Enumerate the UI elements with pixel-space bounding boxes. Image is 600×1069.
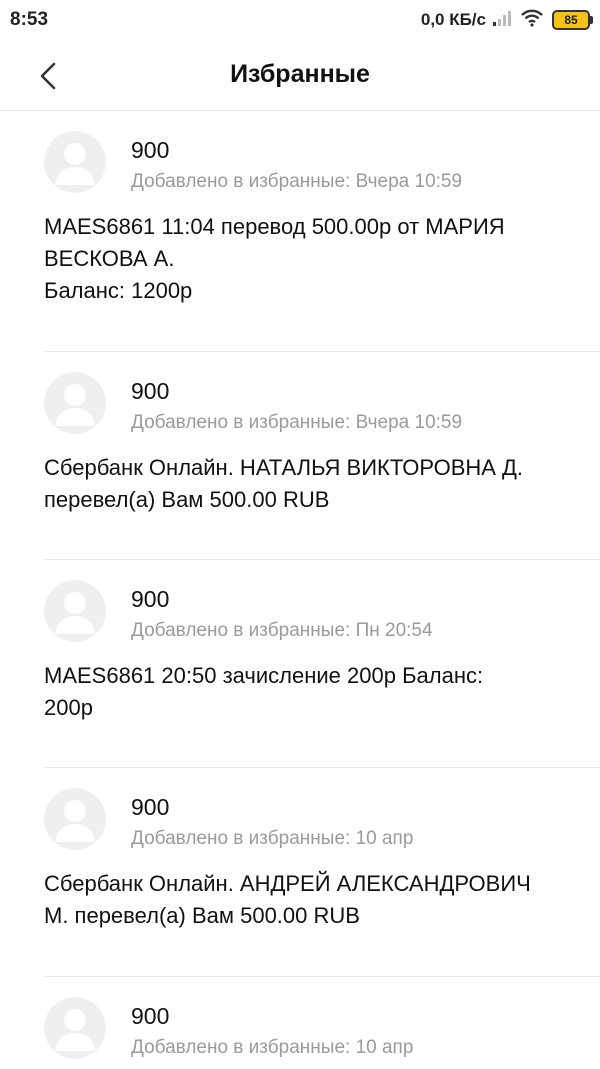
- status-time: 8:53: [10, 9, 49, 30]
- sender-name: 900: [131, 378, 170, 404]
- added-date: Добавлено в избранные: 10 апр: [131, 1037, 414, 1058]
- page-title: Избранные: [230, 60, 370, 88]
- message-text: MAES6861 20:50 зачисление 200р Баланс: 2…: [44, 663, 484, 720]
- list-item[interactable]: 900 Добавлено в избранные: Вчера 10:59 M…: [44, 111, 600, 352]
- person-icon: [44, 131, 106, 193]
- avatar: [44, 580, 106, 642]
- sender-name: 900: [131, 586, 170, 612]
- person-icon: [44, 372, 106, 434]
- list-item[interactable]: 900 Добавлено в избранные: 10 апр: [44, 977, 600, 1069]
- avatar: [44, 372, 106, 434]
- avatar: [44, 131, 106, 193]
- person-icon: [44, 997, 106, 1059]
- added-date: Добавлено в избранные: Пн 20:54: [131, 620, 433, 641]
- sender-name: 900: [131, 137, 170, 163]
- wifi-icon: [520, 9, 544, 32]
- battery-icon: 85: [552, 10, 593, 30]
- signal-icon: [492, 10, 514, 31]
- message-text: Сбербанк Онлайн. АНДРЕЙ АЛЕКСАНДРОВИЧ М.…: [44, 871, 531, 928]
- list-item[interactable]: 900 Добавлено в избранные: 10 апр Сберба…: [44, 768, 600, 977]
- added-date: Добавлено в избранные: Вчера 10:59: [131, 171, 463, 192]
- added-date: Добавлено в избранные: Вчера 10:59: [131, 412, 463, 433]
- added-date: Добавлено в избранные: 10 апр: [131, 828, 414, 849]
- avatar: [44, 997, 106, 1059]
- list-item[interactable]: 900 Добавлено в избранные: Вчера 10:59 С…: [44, 352, 600, 560]
- list-item[interactable]: 900 Добавлено в избранные: Пн 20:54 MAES…: [44, 560, 600, 768]
- sender-name: 900: [131, 1003, 170, 1029]
- person-icon: [44, 580, 106, 642]
- status-right: 0,0 КБ/с 85: [420, 7, 593, 33]
- network-speed: 0,0 КБ/с: [420, 10, 486, 29]
- favorites-list: 900 Добавлено в избранные: Вчера 10:59 M…: [0, 111, 600, 1069]
- app-header: Избранные: [0, 40, 600, 111]
- message-text: MAES6861 11:04 перевод 500.00р от МАРИЯ …: [44, 214, 505, 303]
- person-icon: [44, 788, 106, 850]
- status-bar: 8:53 0,0 КБ/с 85: [0, 0, 600, 40]
- message-text: Сбербанк Онлайн. НАТАЛЬЯ ВИКТОРОВНА Д. п…: [44, 455, 524, 512]
- avatar: [44, 788, 106, 850]
- sender-name: 900: [131, 794, 170, 820]
